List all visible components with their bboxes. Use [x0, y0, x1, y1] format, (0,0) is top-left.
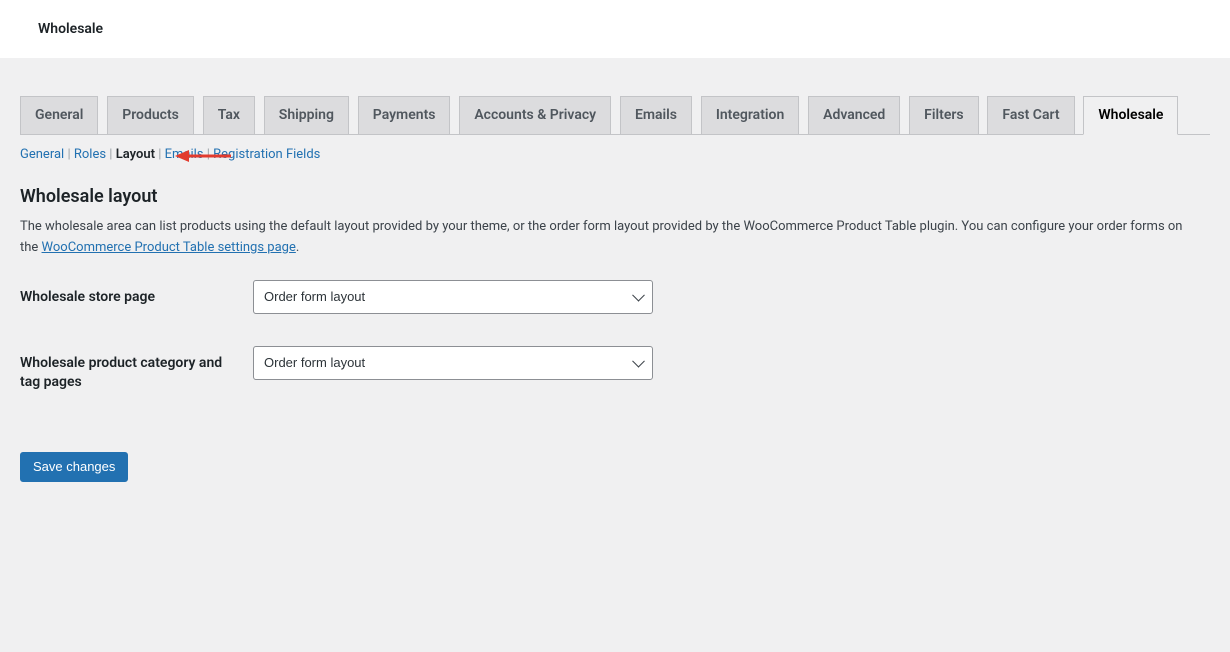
- select-wrap: Order form layout: [253, 346, 653, 380]
- section-description: The wholesale area can list products usi…: [20, 217, 1200, 259]
- topbar: Wholesale: [0, 0, 1230, 58]
- desc-text-suffix: .: [296, 240, 299, 255]
- select-wrap: Order form layout: [253, 280, 653, 314]
- tab-integration[interactable]: Integration: [701, 96, 799, 134]
- tab-general[interactable]: General: [20, 96, 98, 134]
- field-label-wholesale-store-page: Wholesale store page: [20, 280, 253, 307]
- tab-filters[interactable]: Filters: [909, 96, 978, 134]
- tab-wholesale[interactable]: Wholesale: [1083, 96, 1178, 135]
- save-changes-button[interactable]: Save changes: [20, 452, 128, 482]
- tab-advanced[interactable]: Advanced: [808, 96, 900, 134]
- subsub-layout[interactable]: Layout: [116, 147, 155, 162]
- wholesale-store-page-select[interactable]: Order form layout: [253, 280, 653, 314]
- content-wrap: General Products Tax Shipping Payments A…: [0, 58, 1230, 502]
- desc-settings-link[interactable]: WooCommerce Product Table settings page: [42, 240, 296, 255]
- section-title: Wholesale layout: [20, 186, 1210, 207]
- subsub-registration-fields[interactable]: Registration Fields: [213, 147, 320, 162]
- field-label-wholesale-category-tag: Wholesale product category and tag pages: [20, 346, 253, 392]
- tab-accounts-privacy[interactable]: Accounts & Privacy: [459, 96, 611, 134]
- subsubnav: General | Roles | Layout | Emails | Regi…: [20, 147, 1210, 162]
- page-title: Wholesale: [38, 21, 103, 37]
- tab-fast-cart[interactable]: Fast Cart: [987, 96, 1074, 134]
- tab-shipping[interactable]: Shipping: [264, 96, 349, 134]
- subsub-general[interactable]: General: [20, 147, 64, 162]
- tab-products[interactable]: Products: [107, 96, 194, 134]
- tab-tax[interactable]: Tax: [203, 96, 255, 134]
- field-row-wholesale-category-tag: Wholesale product category and tag pages…: [20, 346, 1210, 392]
- tab-emails[interactable]: Emails: [620, 96, 692, 134]
- tab-payments[interactable]: Payments: [358, 96, 451, 134]
- wholesale-category-tag-select[interactable]: Order form layout: [253, 346, 653, 380]
- tab-bar: General Products Tax Shipping Payments A…: [20, 58, 1210, 135]
- subsub-emails[interactable]: Emails: [165, 147, 204, 162]
- field-row-wholesale-store-page: Wholesale store page Order form layout: [20, 280, 1210, 314]
- subsub-roles[interactable]: Roles: [74, 147, 106, 162]
